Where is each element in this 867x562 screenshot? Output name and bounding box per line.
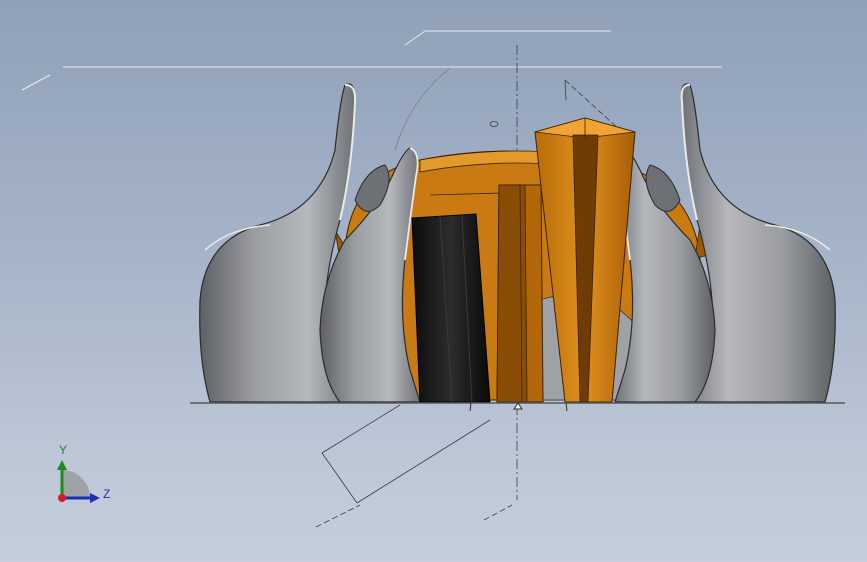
black-prism <box>411 213 491 403</box>
sketch-lines <box>21 30 722 91</box>
axis-z-label: Z <box>103 487 111 501</box>
coordinate-triad-icon <box>57 460 100 503</box>
3d-model-view[interactable] <box>0 0 867 562</box>
section-ticks <box>469 402 568 412</box>
orange-block <box>496 184 544 403</box>
axis-y-label: Y <box>59 443 68 457</box>
cad-viewport[interactable]: Y Z <box>0 0 867 562</box>
